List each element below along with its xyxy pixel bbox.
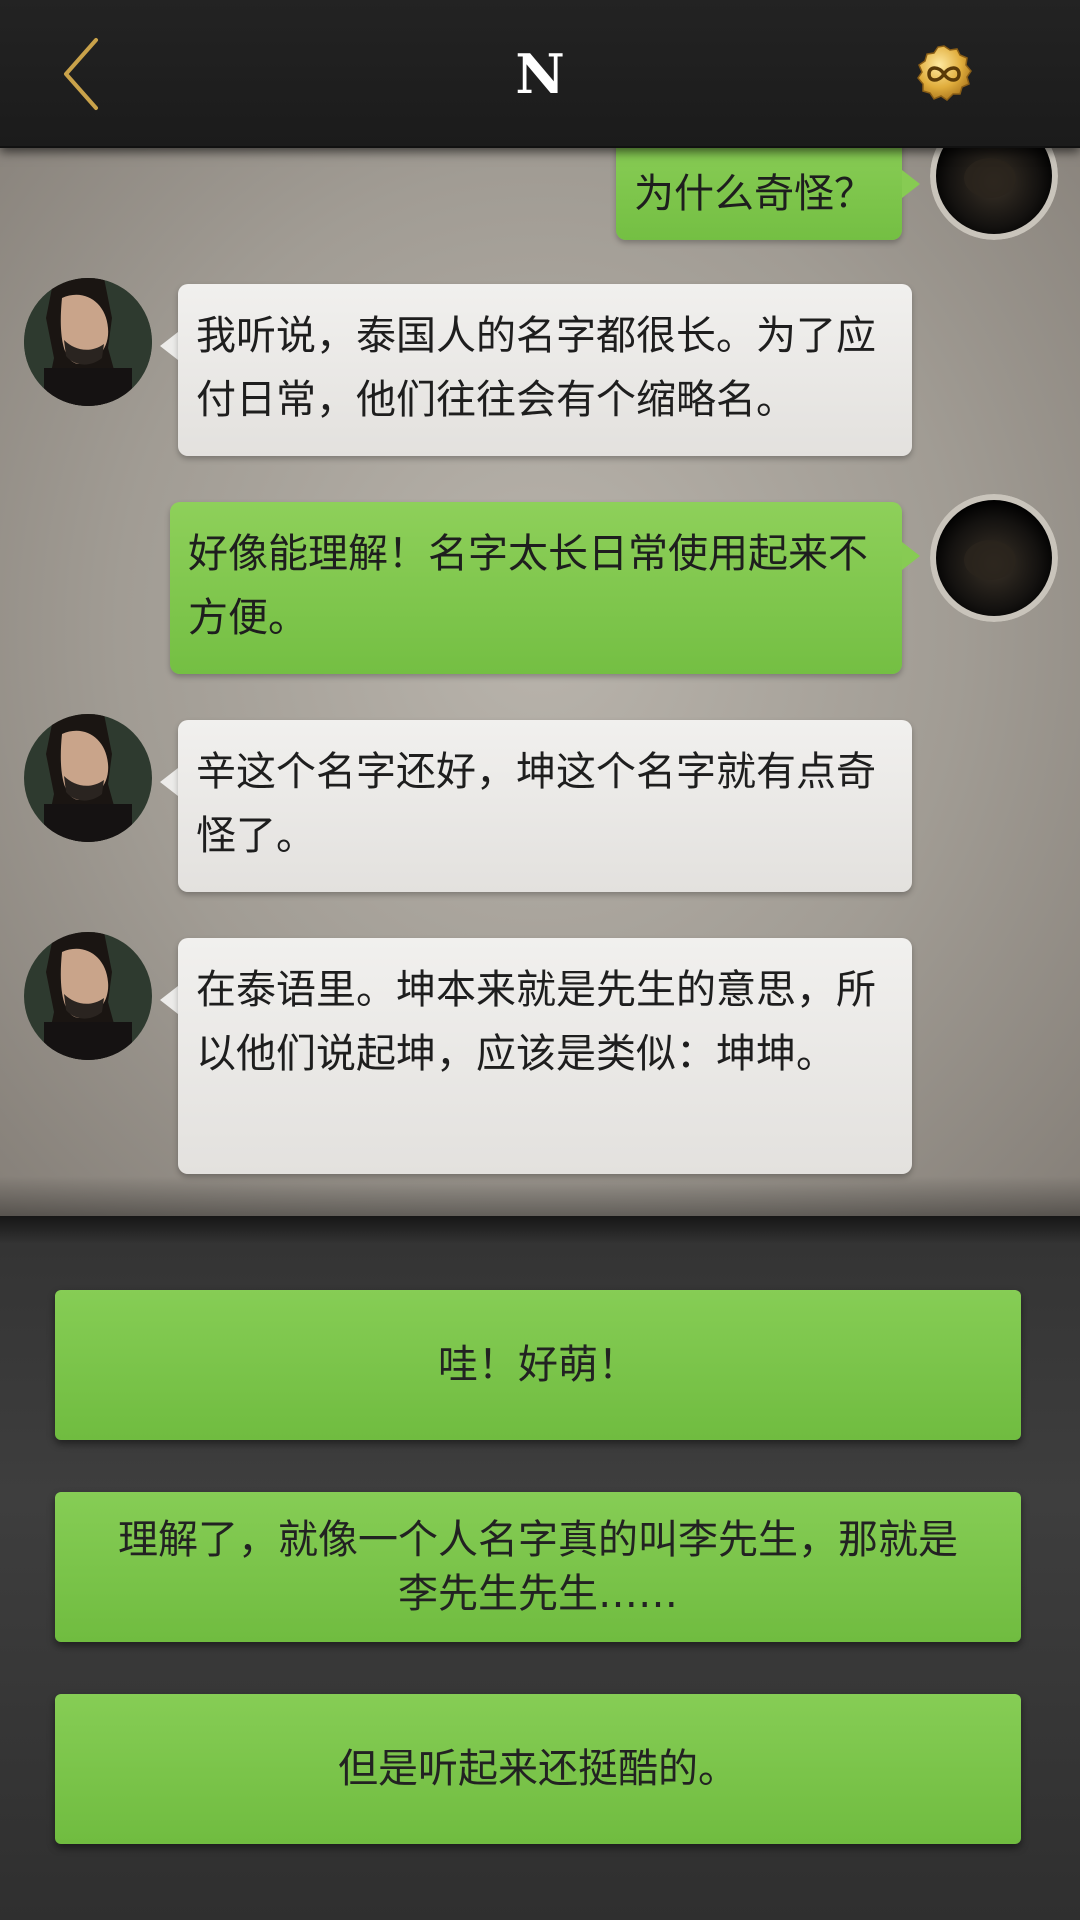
player-avatar-image xyxy=(930,494,1058,622)
infinity-coin-icon xyxy=(917,45,972,101)
reply-choice-label: 哇！好萌！ xyxy=(438,1342,638,1388)
message-bubble: 在泰语里。坤本来就是先生的意思，所以他们说起坤，应该是类似：坤坤。 xyxy=(178,938,912,1174)
contact-avatar[interactable] xyxy=(24,714,152,842)
contact-avatar[interactable] xyxy=(24,278,152,406)
message-text: 辛这个名字还好，坤这个名字就有点奇怪了。 xyxy=(196,749,876,859)
contact-avatar-image xyxy=(24,932,152,1060)
player-avatar-image xyxy=(930,148,1058,240)
reply-choice-2[interactable]: 理解了，就像一个人名字真的叫李先生，那就是李先生先生…… xyxy=(55,1492,1021,1642)
message-bubble: 辛这个名字还好，坤这个名字就有点奇怪了。 xyxy=(178,720,912,892)
infinity-badge-button[interactable] xyxy=(914,44,974,104)
reply-choice-label: 但是听起来还挺酷的。 xyxy=(338,1746,738,1792)
message-text: 好像能理解！名字太长日常使用起来不方便。 xyxy=(188,531,868,641)
message-bubble: 为什么奇怪？ xyxy=(616,148,902,240)
reply-choices-panel: 哇！好萌！ 理解了，就像一个人名字真的叫李先生，那就是李先生先生…… 但是听起来… xyxy=(0,1216,1080,1920)
top-bar: N xyxy=(0,0,1080,148)
contact-avatar-image xyxy=(24,714,152,842)
reply-choice-1[interactable]: 哇！好萌！ xyxy=(55,1290,1021,1440)
reply-choice-label: 理解了，就像一个人名字真的叫李先生，那就是李先生先生…… xyxy=(118,1517,958,1617)
contact-avatar[interactable] xyxy=(24,932,152,1060)
player-avatar[interactable] xyxy=(930,148,1058,240)
message-text: 为什么奇怪？ xyxy=(634,171,874,217)
message-bubble: 好像能理解！名字太长日常使用起来不方便。 xyxy=(170,502,902,674)
reply-choice-3[interactable]: 但是听起来还挺酷的。 xyxy=(55,1694,1021,1844)
contact-avatar-image xyxy=(24,278,152,406)
message-text: 在泰语里。坤本来就是先生的意思，所以他们说起坤，应该是类似：坤坤。 xyxy=(196,967,876,1077)
player-avatar[interactable] xyxy=(930,494,1058,622)
message-text: 我听说，泰国人的名字都很长。为了应付日常，他们往往会有个缩略名。 xyxy=(196,313,876,423)
chat-message-list[interactable]: 为什么奇怪？ 我听说，泰国人的名字都很长。为了应付日常，他们往往会有个缩略名。 … xyxy=(0,148,1080,1216)
message-bubble: 我听说，泰国人的名字都很长。为了应付日常，他们往往会有个缩略名。 xyxy=(178,284,912,456)
